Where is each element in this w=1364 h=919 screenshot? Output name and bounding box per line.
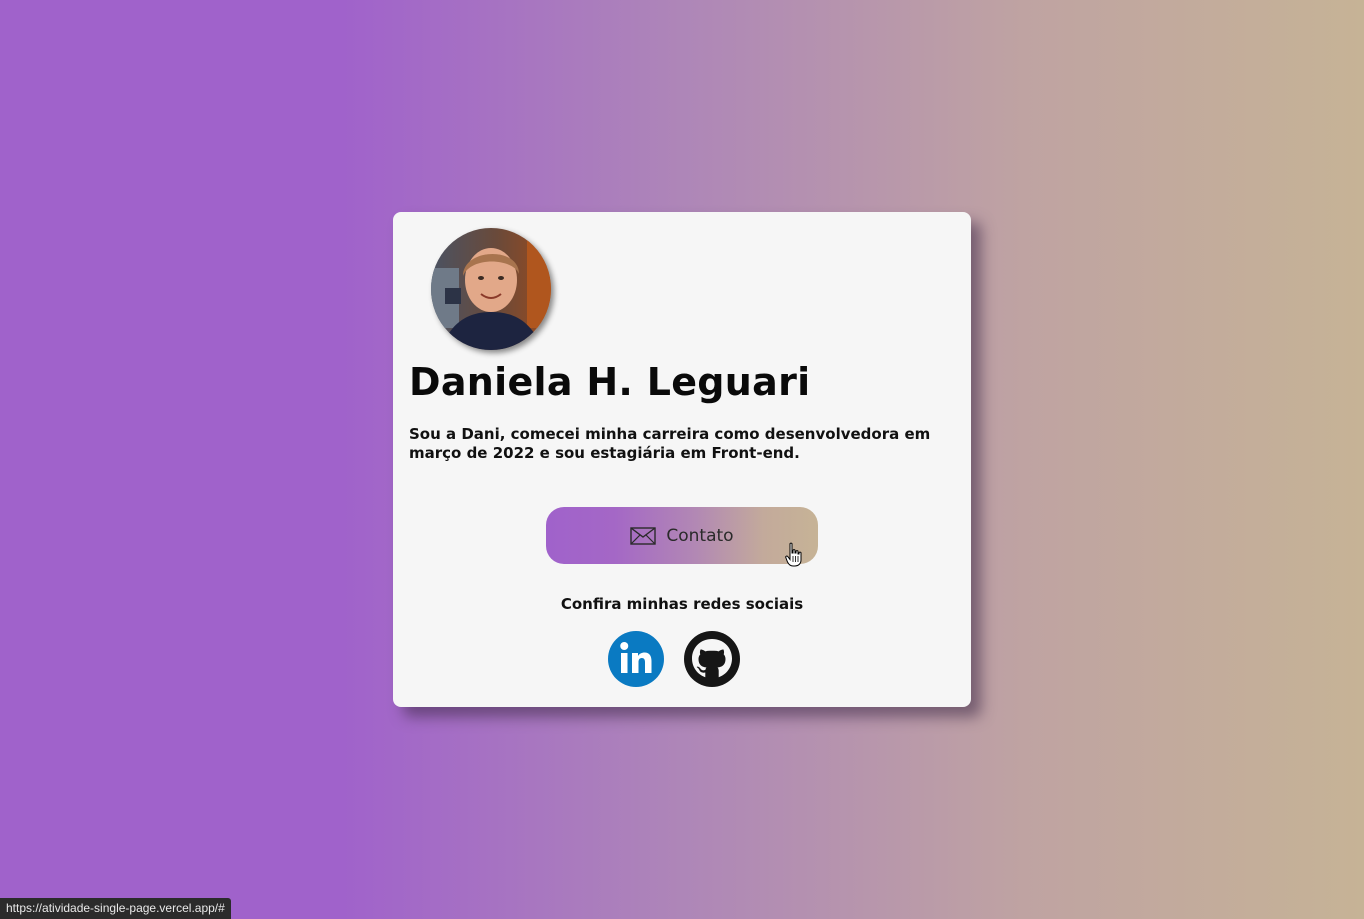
- contact-button[interactable]: Contato: [546, 507, 818, 564]
- profile-card: Daniela H. Leguari Sou a Dani, comecei m…: [393, 212, 971, 707]
- profile-avatar: [431, 228, 551, 350]
- hand-cursor-icon: [785, 542, 803, 572]
- github-link[interactable]: [684, 631, 740, 687]
- linkedin-link[interactable]: [608, 631, 664, 687]
- linkedin-icon: [608, 631, 664, 687]
- github-icon: [684, 631, 740, 687]
- profile-bio: Sou a Dani, comecei minha carreira como …: [409, 425, 931, 462]
- browser-status-bar: https://atividade-single-page.vercel.app…: [0, 898, 231, 919]
- profile-name: Daniela H. Leguari: [409, 360, 811, 404]
- social-links: [608, 631, 740, 687]
- envelope-icon: [630, 526, 657, 545]
- social-section-title: Confira minhas redes sociais: [560, 595, 804, 613]
- contact-button-label: Contato: [666, 525, 734, 546]
- avatar-photo: [431, 228, 551, 350]
